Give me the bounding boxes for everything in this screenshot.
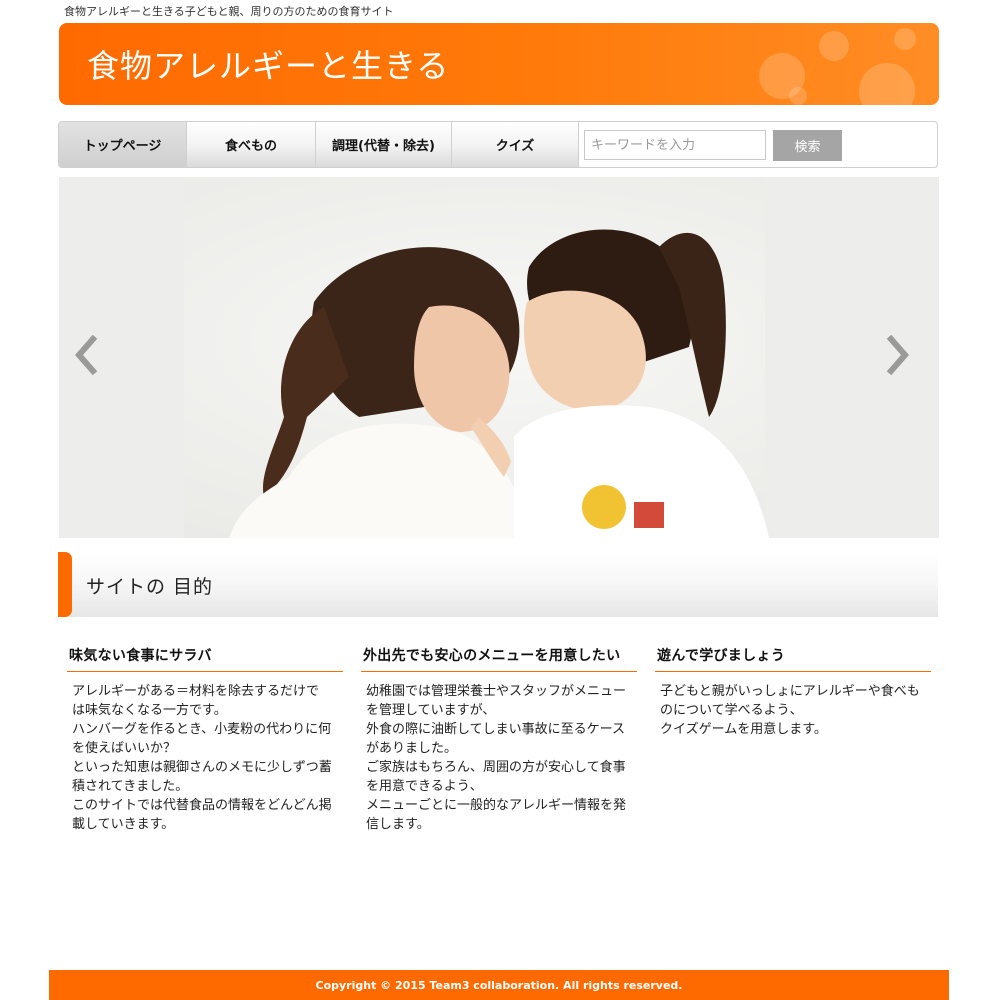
banner-bokeh-decoration	[819, 31, 849, 61]
column-heading: 遊んで学びましょう	[655, 645, 931, 672]
site-tagline: 食物アレルギーと生きる子どもと親、周りの方のための食育サイト	[64, 5, 394, 18]
column-line: ご家族はもちろん、周囲の方が安心して食事	[366, 760, 626, 775]
nav-item-food[interactable]: 食べもの	[187, 122, 316, 167]
column-line: を使えばいいか？	[72, 741, 177, 756]
column-line: を管理していますが、	[366, 703, 496, 718]
nav-item-label: トップページ	[83, 139, 162, 154]
chevron-left-icon	[75, 335, 98, 375]
site-footer: Copyright © 2015 Team3 collaboration. Al…	[49, 970, 949, 1000]
slideshow-next-button[interactable]	[885, 335, 925, 395]
banner-bokeh-decoration	[894, 28, 916, 50]
column-heading: 味気ない食事にサラバ	[67, 645, 343, 672]
column-heading: 外出先でも安心のメニューを用意したい	[361, 645, 637, 672]
column-line: 幼稚園では管理栄養士やスタッフがメニュー	[366, 684, 627, 699]
purpose-column-1: 味気ない食事にサラバ アレルギーがある＝材料を除去するだけで は味気なくなる一方…	[67, 645, 343, 834]
column-line: 外食の際に油断してしまい事故に至るケース	[366, 722, 625, 737]
column-line: 子どもと親がいっしょにアレルギーや食べも	[660, 684, 920, 699]
section-title: サイトの 目的	[86, 576, 214, 598]
column-line: 積されてきました。	[72, 779, 189, 794]
hero-image	[59, 177, 939, 538]
column-line: のについて学べるよう、	[660, 703, 803, 718]
section-header-purpose: サイトの 目的	[58, 552, 938, 617]
purpose-column-3: 遊んで学びましょう 子どもと親がいっしょにアレルギーや食べも のについて学べるよ…	[655, 645, 931, 739]
nav-item-top[interactable]: トップページ	[59, 122, 187, 167]
column-body: 子どもと親がいっしょにアレルギーや食べも のについて学べるよう、 クイズゲームを…	[655, 672, 931, 739]
column-body: アレルギーがある＝材料を除去するだけで は味気なくなる一方です。 ハンバーグを作…	[67, 672, 343, 834]
search-button[interactable]: 検索	[773, 130, 842, 161]
banner-bokeh-decoration	[789, 87, 807, 105]
search-input[interactable]	[584, 130, 766, 160]
column-line: アレルギーがある＝材料を除去するだけで	[72, 684, 320, 699]
site-banner[interactable]: 食物アレルギーと生きる	[59, 23, 939, 105]
section-accent-bar	[58, 552, 72, 617]
site-title: 食物アレルギーと生きる	[87, 47, 450, 85]
nav-item-quiz[interactable]: クイズ	[452, 122, 579, 167]
column-line: といった知恵は親御さんのメモに少しずつ蓄	[72, 760, 332, 775]
banner-bokeh-decoration	[859, 63, 915, 105]
column-line: クイズゲームを用意します。	[660, 722, 827, 737]
main-navigation: トップページ 食べもの 調理(代替・除去) クイズ 検索	[58, 121, 938, 168]
hero-slideshow	[59, 177, 939, 538]
nav-item-label: 食べもの	[224, 139, 277, 154]
column-line: ハンバーグを作るとき、小麦粉の代わりに何	[72, 722, 332, 737]
nav-item-cooking[interactable]: 調理(代替・除去)	[316, 122, 452, 167]
column-line: メニューごとに一般的なアレルギー情報を発	[366, 798, 627, 813]
column-line: がありました。	[366, 741, 458, 756]
column-body: 幼稚園では管理栄養士やスタッフがメニュー を管理していますが、 外食の際に油断し…	[361, 672, 637, 834]
column-line: 載していきます。	[72, 817, 175, 832]
copyright-text: Copyright © 2015 Team3 collaboration. Al…	[315, 978, 683, 992]
chevron-right-icon	[886, 335, 909, 375]
column-line: を用意できるよう、	[366, 779, 483, 794]
nav-item-label: 調理(代替・除去)	[332, 139, 435, 154]
nav-item-label: クイズ	[495, 139, 535, 154]
column-line: 信します。	[366, 817, 430, 832]
purpose-column-2: 外出先でも安心のメニューを用意したい 幼稚園では管理栄養士やスタッフがメニュー …	[361, 645, 637, 834]
slideshow-prev-button[interactable]	[73, 335, 113, 395]
column-line: このサイトでは代替食品の情報をどんどん掲	[72, 798, 332, 813]
column-line: は味気なくなる一方です。	[72, 703, 227, 718]
